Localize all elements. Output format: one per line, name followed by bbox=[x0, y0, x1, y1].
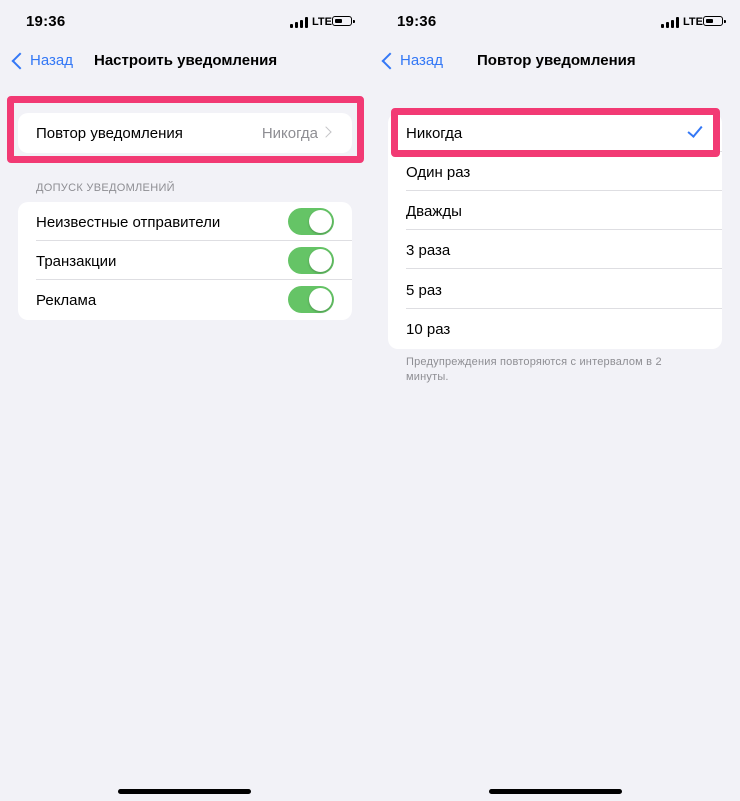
network-type: LTE bbox=[683, 16, 703, 28]
page-title: Повтор уведомления bbox=[477, 52, 636, 69]
advertising-toggle[interactable] bbox=[288, 286, 334, 313]
repeat-settings-group: Повтор уведомления Никогда bbox=[18, 113, 352, 153]
home-indicator bbox=[118, 789, 251, 794]
toggle-row-transactions: Транзакции bbox=[18, 241, 352, 280]
notification-allow-group: Неизвестные отправители Транзакции Рекла… bbox=[18, 202, 352, 320]
toggle-knob bbox=[309, 288, 332, 311]
option-label: 10 раз bbox=[406, 321, 451, 338]
status-bar: 19:36 LTE bbox=[0, 0, 370, 44]
toggle-label-transactions: Транзакции bbox=[36, 253, 117, 270]
chevron-left-icon[interactable] bbox=[381, 52, 399, 70]
option-never[interactable]: Никогда bbox=[388, 113, 722, 152]
battery-icon bbox=[703, 16, 726, 26]
navigation-bar: Назад Повтор уведомления bbox=[370, 44, 740, 82]
battery-icon bbox=[332, 16, 355, 26]
back-button[interactable]: Назад bbox=[30, 52, 73, 69]
checkmark-icon bbox=[687, 122, 703, 138]
toggle-label-unknown-senders: Неизвестные отправители bbox=[36, 214, 221, 231]
repeat-notification-value: Никогда bbox=[261, 125, 318, 142]
transactions-toggle[interactable] bbox=[288, 247, 334, 274]
home-indicator bbox=[489, 789, 622, 794]
cellular-signal-icon bbox=[661, 17, 680, 28]
back-button[interactable]: Назад bbox=[400, 52, 443, 69]
status-bar: 19:36 LTE bbox=[370, 0, 740, 44]
repeat-notification-label: Повтор уведомления bbox=[36, 125, 183, 142]
status-time: 19:36 bbox=[26, 13, 66, 30]
cellular-signal-icon bbox=[290, 17, 309, 28]
option-3-times[interactable]: 3 раза bbox=[388, 230, 722, 269]
section-header-notification-allow: ДОПУСК УВЕДОМЛЕНИЙ bbox=[36, 182, 175, 194]
option-10-times[interactable]: 10 раз bbox=[388, 309, 722, 348]
option-label: Дважды bbox=[406, 203, 462, 220]
repeat-interval-note: Предупреждения повторяются с интервалом … bbox=[406, 356, 662, 383]
toggle-row-advertising: Реклама bbox=[18, 280, 352, 319]
toggle-knob bbox=[309, 249, 332, 272]
notification-settings-screen: 19:36 LTE Назад Настроить уведомления По… bbox=[0, 0, 370, 801]
repeat-notification-row[interactable]: Повтор уведомления Никогда bbox=[18, 113, 352, 152]
option-label: Никогда bbox=[406, 125, 463, 142]
network-type: LTE bbox=[312, 16, 332, 28]
page-title: Настроить уведомления bbox=[94, 52, 278, 69]
chevron-left-icon[interactable] bbox=[11, 52, 29, 70]
toggle-knob bbox=[309, 210, 332, 233]
row-separator bbox=[406, 268, 722, 269]
option-label: Один раз bbox=[406, 164, 471, 181]
repeat-options-list: Никогда Один раз Дважды 3 раза 5 раз 10 … bbox=[388, 113, 722, 349]
navigation-bar: Назад Настроить уведомления bbox=[0, 44, 370, 82]
unknown-senders-toggle[interactable] bbox=[288, 208, 334, 235]
repeat-notification-screen: 19:36 LTE Назад Повтор уведомления Никог… bbox=[370, 0, 740, 801]
option-once[interactable]: Один раз bbox=[388, 152, 722, 191]
option-label: 3 раза bbox=[406, 242, 451, 259]
toggle-row-unknown-senders: Неизвестные отправители bbox=[18, 202, 352, 241]
status-time: 19:36 bbox=[397, 13, 437, 30]
option-twice[interactable]: Дважды bbox=[388, 191, 722, 230]
toggle-label-advertising: Реклама bbox=[36, 292, 97, 309]
option-5-times[interactable]: 5 раз bbox=[388, 270, 722, 309]
option-label: 5 раз bbox=[406, 282, 442, 299]
chevron-right-icon bbox=[320, 126, 332, 138]
